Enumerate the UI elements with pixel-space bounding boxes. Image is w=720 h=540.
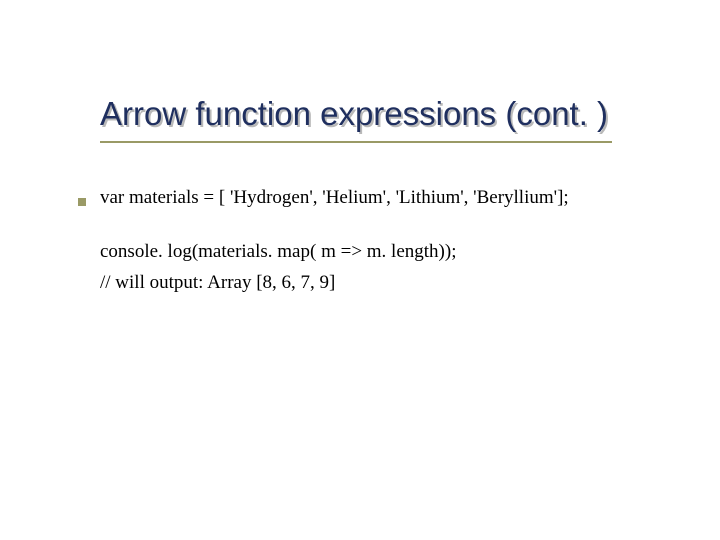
title-underline xyxy=(100,141,612,143)
title-block: Arrow function expressions (cont. ) Arro… xyxy=(100,95,660,143)
code-line-2: console. log(materials. map( m => m. len… xyxy=(100,239,660,265)
code-line-3: // will output: Array [8, 6, 7, 9] xyxy=(100,270,660,296)
code-line-1: var materials = [ 'Hydrogen', 'Helium', … xyxy=(100,185,660,211)
slide-title: Arrow function expressions (cont. ) xyxy=(100,95,660,133)
bullet-icon xyxy=(78,198,86,206)
slide: Arrow function expressions (cont. ) Arro… xyxy=(0,0,720,540)
body-text: var materials = [ 'Hydrogen', 'Helium', … xyxy=(100,185,660,296)
